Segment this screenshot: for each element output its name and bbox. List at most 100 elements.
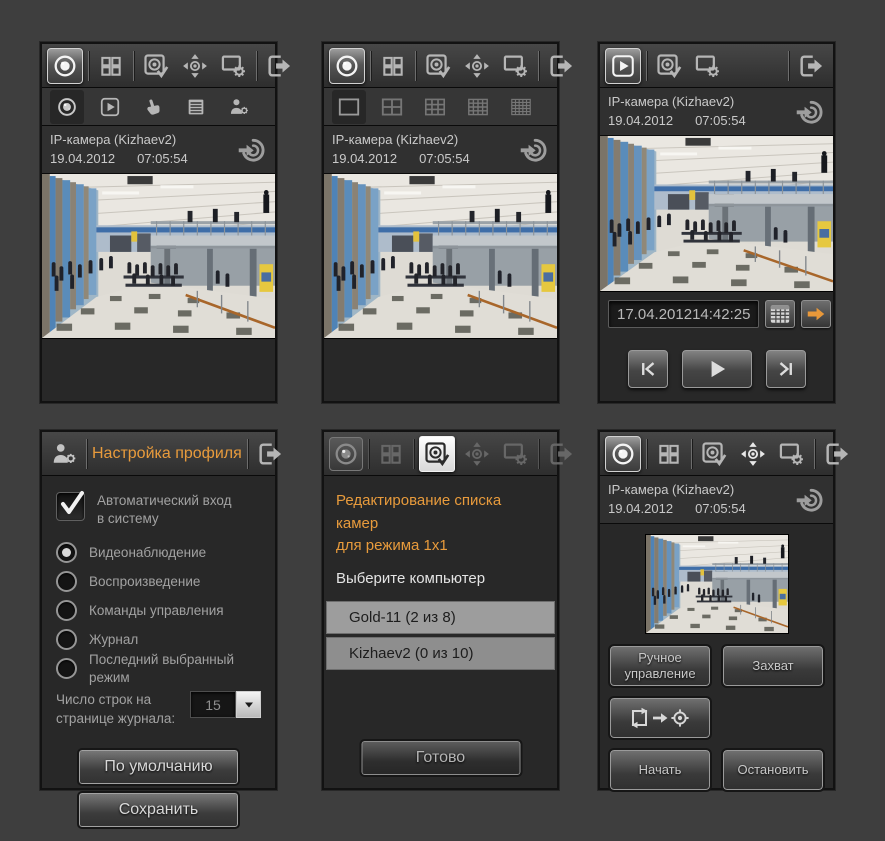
camera-video-view[interactable]: [324, 174, 557, 339]
camera-info-bar: IP-камера (Kizhaev2) 19.04.2012 07:05:54: [42, 126, 275, 174]
ptz-mode-button[interactable]: [460, 49, 494, 83]
auto-login-checkbox[interactable]: [56, 491, 85, 521]
list-item[interactable]: Gold-11 (2 из 8): [326, 600, 555, 634]
settings-button[interactable]: [499, 49, 533, 83]
done-button[interactable]: Готово: [359, 739, 522, 777]
layouts-button[interactable]: [376, 49, 410, 83]
manual-control-button[interactable]: Ручное управление: [608, 644, 712, 688]
settings-button[interactable]: [499, 437, 533, 471]
ptz-mode-button[interactable]: [460, 437, 494, 471]
camera-select-button[interactable]: [421, 49, 455, 83]
toolbar-divider: [368, 438, 369, 469]
layout-toolbar: [324, 88, 557, 126]
main-toolbar: [600, 432, 833, 476]
skip-to-start-icon: [637, 358, 659, 380]
skip-to-start-button[interactable]: [627, 350, 668, 388]
playback-mode-button[interactable]: [605, 47, 641, 84]
profile-mode-button[interactable]: [47, 437, 81, 471]
connect-icon[interactable]: [519, 136, 549, 164]
position-datetime-field[interactable]: 17.04.2012 14:42:25: [608, 300, 760, 328]
camera-info-bar: IP-камера (Kizhaev2) 19.04.2012 07:05:54: [600, 476, 833, 524]
mode-live-button[interactable]: [50, 89, 84, 124]
exit-button[interactable]: [544, 49, 578, 83]
mode-profile-button[interactable]: [222, 90, 256, 124]
camera-date: 19.04.2012: [608, 112, 674, 128]
play-button[interactable]: [681, 350, 752, 388]
capture-button[interactable]: Захват: [721, 644, 825, 688]
camera-select-button[interactable]: [652, 49, 686, 83]
camera-thumbnail[interactable]: [644, 534, 789, 634]
ptz-mode-button[interactable]: [736, 437, 770, 471]
dropdown-button[interactable]: [236, 691, 261, 719]
settings-button[interactable]: [775, 437, 809, 471]
layout-1x1-icon: [336, 94, 362, 120]
layout-3x3-button[interactable]: [418, 90, 452, 124]
main-toolbar: [600, 44, 833, 88]
camera-select-button[interactable]: [419, 435, 455, 472]
default-button[interactable]: По умолчанию: [77, 747, 240, 786]
camera-select-button[interactable]: [697, 437, 731, 471]
list-item[interactable]: Kizhaev2 (0 из 10): [326, 636, 555, 670]
camera-label: IP-камера (Kizhaev2): [608, 481, 735, 497]
toolbar-divider: [814, 438, 815, 469]
radio-last-mode[interactable]: Последний выбранный режим: [56, 652, 261, 685]
connect-icon[interactable]: [795, 98, 825, 126]
exit-button[interactable]: [544, 437, 578, 471]
down-triangle-icon: [243, 700, 255, 710]
grid-2x2-icon: [380, 53, 406, 79]
camera-info-bar: IP-камера (Kizhaev2) 19.04.2012 07:05:54: [324, 126, 557, 174]
exit-button[interactable]: [794, 49, 828, 83]
start-button[interactable]: Начать: [608, 748, 712, 792]
layout-5x5-button[interactable]: [504, 90, 538, 124]
settings-button[interactable]: [217, 49, 251, 83]
tour-to-preset-button[interactable]: [608, 696, 712, 740]
toolbar-divider: [646, 50, 647, 81]
monitor-gear-icon: [778, 440, 806, 468]
camera-video-view[interactable]: [600, 136, 833, 292]
mode-manual-button[interactable]: [136, 90, 170, 124]
radio-video-surveillance[interactable]: Видеонаблюдение: [56, 538, 261, 567]
layout-1x1-button[interactable]: [332, 89, 366, 124]
grid-2x2-icon: [98, 53, 124, 79]
calendar-button[interactable]: [765, 300, 796, 328]
connect-icon[interactable]: [795, 486, 825, 514]
exit-button[interactable]: [262, 49, 296, 83]
skip-to-end-button[interactable]: [765, 350, 806, 388]
play-triangle-icon: [704, 356, 730, 382]
camera-check-icon: [655, 52, 683, 80]
mode-playback-button[interactable]: [93, 90, 127, 124]
layout-2x2-button[interactable]: [375, 90, 409, 124]
settings-button[interactable]: [691, 49, 725, 83]
camera-video-view[interactable]: [42, 174, 275, 339]
live-view-button[interactable]: [605, 435, 641, 472]
stop-button[interactable]: Остановить: [721, 748, 825, 792]
connect-icon[interactable]: [237, 136, 267, 164]
log-rows-select[interactable]: 15: [190, 691, 261, 719]
mode-log-button[interactable]: [179, 90, 213, 124]
layouts-button[interactable]: [374, 437, 408, 471]
live-view-button[interactable]: [329, 47, 365, 84]
layouts-button[interactable]: [652, 437, 686, 471]
live-view-button[interactable]: [47, 47, 83, 84]
layouts-button[interactable]: [94, 49, 128, 83]
page-title: Настройка профиля: [92, 444, 242, 462]
save-button[interactable]: Сохранить: [77, 790, 240, 829]
radio-playback[interactable]: Воспроизведение: [56, 567, 261, 596]
radio-icon: [56, 629, 77, 651]
exit-button[interactable]: [253, 437, 287, 471]
radio-control-commands[interactable]: Команды управления: [56, 596, 261, 625]
ptz-buttons: Ручное управление Захват Начать Останови…: [600, 644, 833, 792]
exit-door-arrow-icon: [256, 440, 284, 468]
exit-button[interactable]: [820, 437, 854, 471]
layout-4x4-button[interactable]: [461, 90, 495, 124]
go-to-time-button[interactable]: [801, 300, 832, 328]
toolbar-divider: [691, 438, 692, 469]
ptz-mode-button[interactable]: [178, 49, 212, 83]
monitor-gear-icon: [502, 52, 530, 80]
camera-select-button[interactable]: [139, 49, 173, 83]
layout-2x2-icon: [379, 94, 405, 120]
loop-arrow-target-icon: [628, 705, 692, 731]
panel-live-single: IP-камера (Kizhaev2) 19.04.2012 07:05:54: [40, 42, 277, 403]
camera-label: IP-камера (Kizhaev2): [332, 131, 459, 147]
live-view-button[interactable]: [329, 436, 363, 471]
